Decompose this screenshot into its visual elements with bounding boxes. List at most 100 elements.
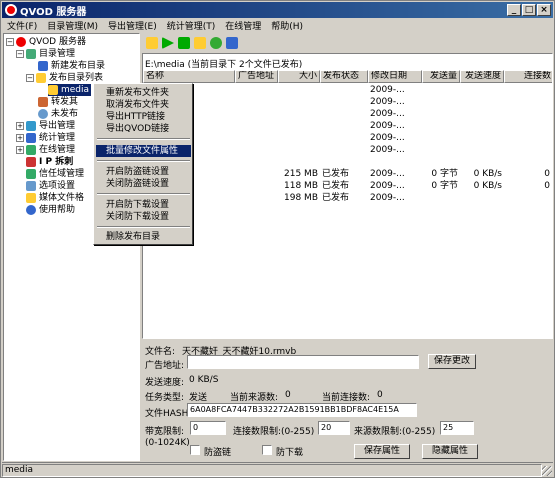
maximize-button[interactable]: □: [522, 4, 536, 16]
expand-icon[interactable]: +: [16, 146, 24, 154]
collapse-icon[interactable]: −: [16, 50, 24, 58]
stop-icon[interactable]: [178, 37, 190, 49]
col-name[interactable]: 名称: [143, 70, 235, 83]
table-cell-ad: [237, 144, 278, 156]
ad-label: 广告地址:: [145, 361, 185, 371]
tree-root[interactable]: − QVOD 服务器: [6, 36, 86, 48]
menu-export-qvod[interactable]: 导出QVOD链接: [96, 123, 191, 135]
menu-unpublish[interactable]: 取消发布文件夹: [96, 99, 191, 111]
menu-dir-mgmt[interactable]: 目录管理(M): [42, 19, 103, 32]
anti-leech-checkbox[interactable]: [190, 445, 200, 455]
table-cell-date: 2009-...: [370, 121, 405, 131]
menu-disable-antileech[interactable]: 关闭防盗链设置: [96, 178, 191, 190]
menu-enable-antileech[interactable]: 开启防盗链设置: [96, 166, 191, 178]
settings-icon: [26, 181, 36, 191]
hide-attr-button[interactable]: 隐藏属性: [422, 444, 478, 459]
expand-icon[interactable]: +: [16, 134, 24, 142]
menu-batch-edit[interactable]: 批量修改文件属性: [96, 145, 191, 157]
table-cell-conn: [506, 192, 550, 204]
resize-grip-icon[interactable]: [542, 466, 552, 476]
table-cell-sent: [424, 156, 458, 168]
table-cell-speed: 0 KB/s: [473, 181, 502, 191]
tree-media-item[interactable]: media: [48, 84, 92, 96]
conn-limit-input[interactable]: 20: [318, 421, 350, 435]
tree-options[interactable]: 选项设置: [26, 180, 75, 192]
table-cell-ad: [237, 168, 278, 180]
col-date[interactable]: 修改日期: [368, 70, 422, 83]
tree-stats-mgmt[interactable]: + 统计管理: [16, 132, 75, 144]
media-format-icon: [26, 193, 36, 203]
table-cell-status: 已发布: [322, 169, 350, 179]
col-sent[interactable]: 发送量: [422, 70, 460, 83]
col-conn[interactable]: 连接数: [504, 70, 552, 83]
table-cell-sent: [424, 192, 458, 204]
tree-help[interactable]: 使用帮助: [26, 204, 75, 216]
send-speed-label: 发送速度:: [145, 378, 185, 388]
tree-media-fmt[interactable]: 媒体文件格: [26, 192, 84, 204]
send-speed-value: 0 KB/S: [189, 375, 219, 385]
tree-export-mgmt[interactable]: + 导出管理: [16, 120, 75, 132]
tree-ip-block[interactable]: I P 拆刺: [26, 156, 73, 168]
tree-dir-mgmt-label: 目录管理: [39, 49, 76, 59]
table-cell-sent: [424, 96, 458, 108]
tree-publish-list[interactable]: − 发布目录列表: [26, 72, 103, 84]
table-cell-status: 已发布: [322, 181, 350, 191]
cur-conn-label: 当前连接数:: [322, 393, 371, 403]
window-title: QVOD 服务器: [20, 6, 87, 18]
menu-enable-antidownload[interactable]: 开启防下载设置: [96, 199, 191, 211]
menu-stats-mgmt[interactable]: 统计管理(T): [162, 19, 221, 32]
tree-transcode[interactable]: 转发其: [38, 96, 78, 108]
ad-input[interactable]: [187, 355, 419, 369]
play-icon[interactable]: [162, 37, 174, 49]
block-icon: [26, 157, 36, 167]
open-folder-icon[interactable]: [146, 37, 158, 49]
transfer-icon: [38, 97, 48, 107]
table-cell-date: 2009-...: [370, 169, 405, 179]
bandwidth-input[interactable]: 0: [190, 421, 226, 435]
expand-icon[interactable]: +: [16, 122, 24, 130]
collapse-icon[interactable]: −: [26, 74, 34, 82]
tree-unpublished[interactable]: 未发布: [38, 108, 78, 120]
table-cell-sent: 0 字节: [431, 181, 458, 191]
toolbar: [142, 33, 553, 53]
minimize-button[interactable]: _: [507, 4, 521, 16]
tree-trusted-domain[interactable]: 信任域管理: [26, 168, 84, 180]
src-limit-input[interactable]: 25: [440, 421, 474, 435]
collapse-icon[interactable]: −: [6, 38, 14, 46]
tree-online-mgmt[interactable]: + 在线管理: [16, 144, 75, 156]
tree-online-mgmt-label: 在线管理: [39, 145, 76, 155]
col-speed[interactable]: 发送速度: [460, 70, 504, 83]
menu-delete-dir[interactable]: 删除发布目录: [96, 231, 191, 243]
refresh-icon[interactable]: [210, 37, 222, 49]
folder-up-icon[interactable]: [194, 37, 206, 49]
table-cell-speed: [462, 156, 502, 168]
save-attr-button[interactable]: 保存属性: [354, 444, 410, 459]
table-cell-conn: [506, 156, 550, 168]
table-cell-status: [322, 144, 368, 156]
save-change-button[interactable]: 保存更改: [428, 354, 476, 369]
menu-help[interactable]: 帮助(H): [266, 19, 308, 32]
menu-file[interactable]: 文件(F): [2, 19, 42, 32]
tree-dir-mgmt[interactable]: − 目录管理: [16, 48, 75, 60]
menu-export-mgmt[interactable]: 导出管理(E): [103, 19, 162, 32]
hash-label: 文件HASH:: [145, 409, 192, 419]
tree-new-publish-dir[interactable]: 新建发布目录: [38, 60, 105, 72]
table-cell-conn: [506, 132, 550, 144]
folder-icon: [36, 73, 46, 83]
properties-icon[interactable]: [226, 37, 238, 49]
table-cell-conn: 0: [544, 181, 550, 191]
table-cell-date: [370, 156, 422, 168]
menu-export-http[interactable]: 导出HTTP链接: [96, 111, 191, 123]
col-status[interactable]: 发布状态: [320, 70, 368, 83]
menu-disable-antidownload[interactable]: 关闭防下载设置: [96, 211, 191, 223]
menu-republish[interactable]: 重新发布文件夹: [96, 87, 191, 99]
menu-online-mgmt[interactable]: 在线管理: [220, 19, 266, 32]
close-button[interactable]: ×: [537, 4, 551, 16]
hash-input[interactable]: 6A0A8FCA7447B332272A2B1591BB1BDF8AC4E15A: [187, 403, 417, 417]
qvod-logo-icon: [5, 4, 17, 16]
anti-download-checkbox[interactable]: [262, 445, 272, 455]
col-size[interactable]: 大小: [278, 70, 320, 83]
task-type-label: 任务类型:: [145, 393, 185, 403]
src-limit-label: 来源数限制:(0-255): [354, 427, 436, 437]
col-ad[interactable]: 广告地址: [235, 70, 278, 83]
